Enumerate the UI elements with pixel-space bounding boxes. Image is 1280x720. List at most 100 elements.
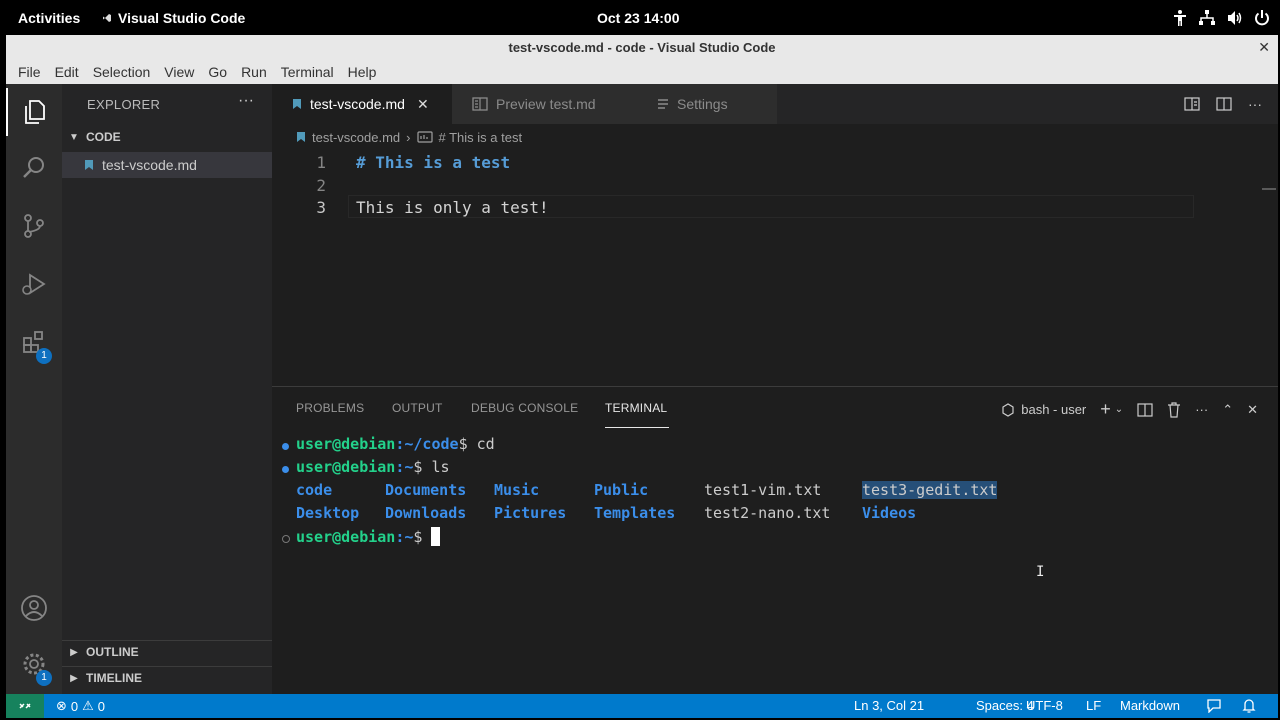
close-panel-icon[interactable]: ✕: [1247, 402, 1258, 418]
bell-icon[interactable]: [1242, 698, 1256, 714]
explorer-activity[interactable]: [6, 88, 62, 136]
maximize-panel-icon[interactable]: ⌃: [1222, 402, 1233, 418]
menu-run[interactable]: Run: [234, 64, 274, 80]
vscode-window: test-vscode.md - code - Visual Studio Co…: [6, 35, 1278, 718]
code-line[interactable]: # This is a test: [356, 153, 510, 172]
breadcrumb: test-vscode.md › # This is a test: [272, 124, 1278, 150]
manage-activity[interactable]: 1: [6, 640, 62, 688]
warning-count: 0: [97, 698, 106, 714]
menu-help[interactable]: Help: [341, 64, 384, 80]
ls-entry: Pictures: [494, 504, 567, 522]
line-number: 1: [316, 153, 326, 172]
split-terminal-icon[interactable]: [1137, 402, 1153, 418]
split-editor-icon[interactable]: [1216, 96, 1232, 112]
menu-file[interactable]: File: [11, 64, 48, 80]
editor-tabs: test-vscode.md ✕ Preview test.md Setting…: [272, 84, 1278, 124]
more-actions-icon[interactable]: ···: [238, 92, 254, 110]
problems-indicator[interactable]: ⊗ 0 ⚠ 0: [56, 698, 105, 714]
ls-entry: code: [296, 481, 333, 499]
code-line[interactable]: This is only a test!: [356, 198, 549, 217]
chevron-right-icon: ▶: [70, 646, 78, 658]
minimap[interactable]: [1262, 188, 1276, 190]
terminal-cursor: [431, 527, 441, 546]
command-decoration: [282, 443, 289, 450]
code-editor[interactable]: 1 # This is a test 2 3 This is only a te…: [272, 150, 1278, 386]
terminal-line: user@debian:~$ ls: [296, 458, 450, 476]
file-label: test-vscode.md: [102, 157, 197, 173]
ls-entry: test2-nano.txt: [704, 504, 831, 522]
tab-debug-console[interactable]: DEBUG CONSOLE: [471, 401, 578, 415]
outline-section[interactable]: ▶ OUTLINE: [62, 641, 272, 663]
terminal-selector[interactable]: bash - user: [1001, 402, 1086, 417]
tab-output[interactable]: OUTPUT: [392, 401, 443, 415]
chevron-down-icon[interactable]: ⌄: [1115, 404, 1123, 415]
activity-bar: 1 1: [6, 84, 62, 694]
breadcrumb-file[interactable]: test-vscode.md: [312, 130, 400, 145]
mouse-ibeam-cursor: I: [1036, 564, 1045, 580]
more-actions-icon[interactable]: ···: [1195, 402, 1208, 417]
clock[interactable]: Oct 23 14:00: [597, 10, 680, 26]
folder-section-code[interactable]: ▼ CODE: [62, 126, 272, 148]
menu-terminal[interactable]: Terminal: [274, 64, 341, 80]
window-close-icon[interactable]: ✕: [1258, 35, 1270, 60]
source-control-activity[interactable]: [6, 202, 62, 250]
line-number: 2: [316, 176, 326, 195]
end-of-line[interactable]: LF: [1086, 698, 1101, 713]
network-icon[interactable]: [1198, 9, 1216, 27]
line-number: 3: [316, 198, 326, 217]
terminal-prompt-line: user@debian:~$: [296, 527, 441, 546]
timeline-label: TIMELINE: [86, 671, 142, 685]
system-tray[interactable]: [1172, 9, 1270, 27]
shell-label: bash - user: [1021, 402, 1087, 417]
volume-icon[interactable]: [1226, 9, 1244, 27]
accessibility-icon[interactable]: [1172, 9, 1188, 27]
tab-settings[interactable]: Settings: [637, 84, 777, 124]
gnome-top-bar: Activities Visual Studio Code Oct 23 14:…: [0, 0, 1280, 36]
breadcrumb-symbol[interactable]: # This is a test: [439, 130, 523, 145]
more-actions-icon[interactable]: ···: [1248, 96, 1262, 112]
markdown-file-icon: [297, 132, 305, 142]
open-preview-icon[interactable]: [1184, 96, 1200, 112]
tab-problems[interactable]: PROBLEMS: [296, 401, 364, 415]
feedback-icon[interactable]: [1206, 699, 1222, 713]
editor-actions: ···: [1184, 96, 1262, 112]
active-tab-indicator: [605, 427, 669, 428]
files-icon: [25, 100, 45, 124]
markdown-file-icon: [293, 99, 301, 109]
menu-view[interactable]: View: [157, 64, 201, 80]
extensions-activity[interactable]: 1: [6, 318, 62, 366]
language-mode[interactable]: Markdown: [1120, 698, 1180, 713]
activities-button[interactable]: Activities: [18, 10, 80, 26]
tab-terminal[interactable]: TERMINAL: [605, 401, 667, 415]
ls-entry: Videos: [862, 504, 917, 522]
chevron-right-icon: ▶: [70, 672, 78, 684]
menu-go[interactable]: Go: [201, 64, 234, 80]
new-terminal-icon[interactable]: +: [1100, 399, 1111, 420]
tab-label: Preview test.md: [496, 96, 596, 112]
remote-icon: [19, 703, 31, 709]
tab-preview[interactable]: Preview test.md: [452, 84, 637, 124]
app-menu[interactable]: Visual Studio Code: [102, 10, 245, 26]
ls-entry: test1-vim.txt: [704, 481, 822, 499]
trash-icon[interactable]: [1167, 401, 1181, 418]
accounts-activity[interactable]: [6, 584, 62, 632]
encoding[interactable]: UTF-8: [1026, 698, 1063, 713]
settings-badge: 1: [36, 670, 52, 686]
run-debug-activity[interactable]: [6, 260, 62, 308]
cursor-position[interactable]: Ln 3, Col 21: [854, 698, 924, 713]
warning-icon: ⚠: [82, 698, 94, 713]
terminal[interactable]: user@debian:~/code$ cd user@debian:~$ ls…: [272, 435, 1278, 685]
search-activity[interactable]: [6, 144, 62, 192]
window-titlebar[interactable]: test-vscode.md - code - Visual Studio Co…: [6, 35, 1278, 60]
menu-edit[interactable]: Edit: [48, 64, 86, 80]
run-debug-icon: [22, 273, 46, 295]
tab-test-vscode[interactable]: test-vscode.md ✕: [272, 84, 452, 124]
power-icon[interactable]: [1254, 9, 1270, 27]
menu-selection[interactable]: Selection: [86, 64, 158, 80]
remote-indicator[interactable]: [6, 694, 44, 718]
bottom-panel: PROBLEMS OUTPUT DEBUG CONSOLE TERMINAL b…: [272, 386, 1278, 694]
chevron-down-icon: ▼: [69, 131, 79, 143]
close-icon[interactable]: ✕: [417, 96, 429, 113]
file-item-test-vscode[interactable]: test-vscode.md: [62, 152, 272, 178]
timeline-section[interactable]: ▶ TIMELINE: [62, 667, 272, 689]
